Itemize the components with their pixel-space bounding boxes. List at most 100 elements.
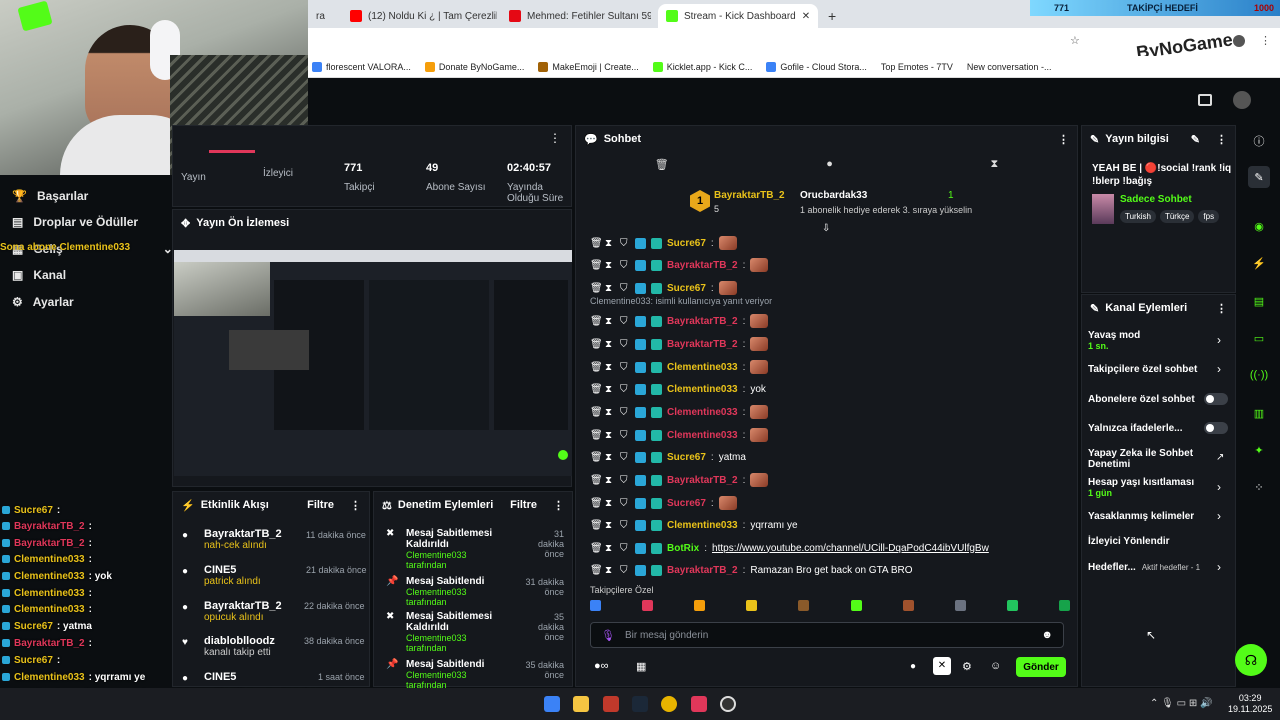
chat-username[interactable]: Sucre67: [667, 498, 706, 509]
trash-icon[interactable]: 🗑: [590, 543, 603, 554]
emote-icon[interactable]: [798, 600, 810, 611]
chat-tools-icon[interactable]: ●∞: [594, 660, 609, 672]
tag[interactable]: fps: [1198, 210, 1220, 223]
emote-icon[interactable]: [1058, 600, 1070, 611]
hourglass-icon[interactable]: ⧗: [605, 565, 615, 576]
action-account-age[interactable]: Hesap yaşı kısıtlaması 1 gün: [1088, 477, 1194, 498]
shield-icon[interactable]: ⛉: [620, 520, 630, 531]
hourglass-icon[interactable]: ⧗: [605, 520, 615, 531]
info-icon[interactable]: ⓘ: [1248, 130, 1270, 152]
chat-icon[interactable]: ●: [826, 158, 833, 170]
shield-icon[interactable]: ⛉: [620, 339, 630, 350]
action-followers-only[interactable]: Takipçilere özel sohbet: [1088, 364, 1197, 375]
chat-username[interactable]: BayraktarTB_2: [667, 475, 738, 486]
trash-icon[interactable]: 🗑: [590, 452, 603, 463]
browser-tab[interactable]: ra: [308, 4, 338, 28]
profile-icon[interactable]: [1233, 35, 1245, 47]
shield-icon[interactable]: ⛉: [620, 260, 630, 271]
apps-icon[interactable]: ⁘: [1248, 476, 1270, 498]
tag[interactable]: Turkish: [1120, 210, 1156, 223]
emote-icon[interactable]: [694, 600, 706, 611]
hourglass-icon[interactable]: ⧗: [605, 543, 615, 554]
kebab-menu-icon[interactable]: ⋮: [1216, 302, 1227, 315]
clipboard-icon[interactable]: ▤: [1248, 290, 1270, 312]
trash-icon[interactable]: 🗑: [590, 362, 603, 373]
emote-icon[interactable]: [850, 600, 862, 611]
trash-icon[interactable]: 🗑: [590, 407, 603, 418]
gifter-name[interactable]: Orucbardak33: [800, 190, 867, 201]
chrome-icon[interactable]: [661, 696, 677, 712]
emote-icon[interactable]: [954, 600, 966, 611]
shield-icon[interactable]: ⛉: [620, 384, 630, 395]
action-banned-words[interactable]: Yasaklanmış kelimeler: [1088, 511, 1194, 522]
chat-username[interactable]: Clementine033: [667, 520, 738, 531]
chevron-right-icon[interactable]: ›: [1217, 362, 1221, 376]
gift-icon[interactable]: ▦: [636, 660, 646, 673]
chat-icon[interactable]: ●: [910, 661, 916, 672]
kebab-menu-icon[interactable]: ⋮: [350, 499, 361, 512]
sidebar-item-achievements[interactable]: 🏆 Başarılar: [12, 189, 88, 203]
category-name[interactable]: Sadece Sohbet: [1120, 194, 1192, 205]
chat-username[interactable]: BayraktarTB_2: [667, 565, 738, 576]
chat-text[interactable]: https://www.youtube.com/channel/UCill-Dq…: [712, 543, 989, 554]
kebab-menu-icon[interactable]: ⋮: [1216, 133, 1227, 146]
browser-tab-active[interactable]: Stream - Kick Dashboard ✕: [658, 4, 818, 28]
shield-icon[interactable]: ⛉: [620, 316, 630, 327]
action-slow-mode[interactable]: Yavaş mod 1 sn.: [1088, 330, 1140, 351]
external-link-icon[interactable]: ↗: [1216, 452, 1224, 463]
trash-icon[interactable]: 🗑: [590, 238, 603, 249]
action-raid[interactable]: İzleyici Yönlendir: [1088, 536, 1170, 547]
pin-down-icon[interactable]: ⇩: [822, 223, 830, 234]
chat-username[interactable]: Sucre67: [667, 283, 706, 294]
chevron-right-icon[interactable]: ›: [1217, 333, 1221, 347]
shield-icon[interactable]: ⛉: [620, 283, 630, 294]
kebab-menu-icon[interactable]: ⋮: [553, 499, 564, 512]
wrench-icon[interactable]: ✦: [1248, 439, 1270, 461]
hourglass-icon[interactable]: ⧗: [605, 475, 615, 486]
trash-icon[interactable]: 🗑: [590, 260, 603, 271]
file-explorer-icon[interactable]: [573, 696, 589, 712]
menu-icon[interactable]: ⋮: [1260, 34, 1271, 47]
help-headset-icon[interactable]: ☊: [1235, 644, 1267, 676]
trash-icon[interactable]: 🗑: [590, 565, 603, 576]
chat-username[interactable]: Sucre67: [667, 452, 706, 463]
kebab-menu-icon[interactable]: ⋮: [549, 131, 561, 145]
shield-icon[interactable]: ⛉: [620, 430, 630, 441]
mic-icon[interactable]: 🎙: [601, 629, 615, 642]
browser-tab[interactable]: (12) Noldu Ki ¿ | Tam Çerezlik |: [342, 4, 497, 28]
new-tab-button[interactable]: +: [820, 4, 840, 28]
app-icon[interactable]: [603, 696, 619, 712]
chat-username[interactable]: BayraktarTB_2: [667, 316, 738, 327]
browser-tab[interactable]: Mehmed: Fetihler Sultanı 59. Bö: [501, 4, 651, 28]
close-icon[interactable]: ✕: [802, 11, 810, 22]
shield-icon[interactable]: ⛉: [620, 565, 630, 576]
filter-button[interactable]: Filtre: [307, 499, 334, 511]
layout-icon[interactable]: [1198, 94, 1212, 106]
trash-icon[interactable]: 🗑: [590, 283, 603, 294]
star-icon[interactable]: ☆: [1070, 34, 1080, 47]
bookmark[interactable]: florescent VALORA...: [312, 61, 411, 72]
subscribers-only-toggle[interactable]: [1204, 393, 1228, 405]
bookmark[interactable]: New conversation -...: [967, 62, 1052, 72]
trash-icon[interactable]: 🗑: [590, 520, 603, 531]
address-bar[interactable]: ☆ ByNoGame ⋮: [308, 28, 1280, 63]
tag[interactable]: Türkçe: [1159, 210, 1195, 223]
trash-icon[interactable]: 🗑: [590, 475, 603, 486]
action-subscribers-only[interactable]: Abonelere özel sohbet: [1088, 394, 1195, 405]
lightning-icon[interactable]: ⚡: [1248, 252, 1270, 274]
hourglass-icon[interactable]: ⧗: [605, 260, 615, 271]
emote-icon[interactable]: [642, 600, 654, 611]
shield-icon[interactable]: ⛉: [620, 475, 630, 486]
trash-icon[interactable]: 🗑: [655, 158, 669, 171]
tray-icons[interactable]: ⌃ 🎙 ▭ ⊞ 🔊: [1150, 698, 1212, 709]
sidebar-item-channel[interactable]: ▣Kanal⌄: [12, 268, 181, 282]
layers-icon[interactable]: ▥: [1248, 402, 1270, 424]
trash-icon[interactable]: 🗑: [590, 498, 603, 509]
trash-icon[interactable]: 🗑: [590, 316, 603, 327]
chevron-right-icon[interactable]: ›: [1217, 560, 1221, 574]
sidebar-item-settings[interactable]: ⚙Ayarlar⌄: [12, 295, 184, 309]
trash-icon[interactable]: 🗑: [590, 430, 603, 441]
hourglass-icon[interactable]: ⧗: [605, 283, 615, 294]
action-goals[interactable]: Hedefler... Aktif hedefler - 1: [1088, 562, 1200, 573]
chat-username[interactable]: Sucre67: [667, 238, 706, 249]
